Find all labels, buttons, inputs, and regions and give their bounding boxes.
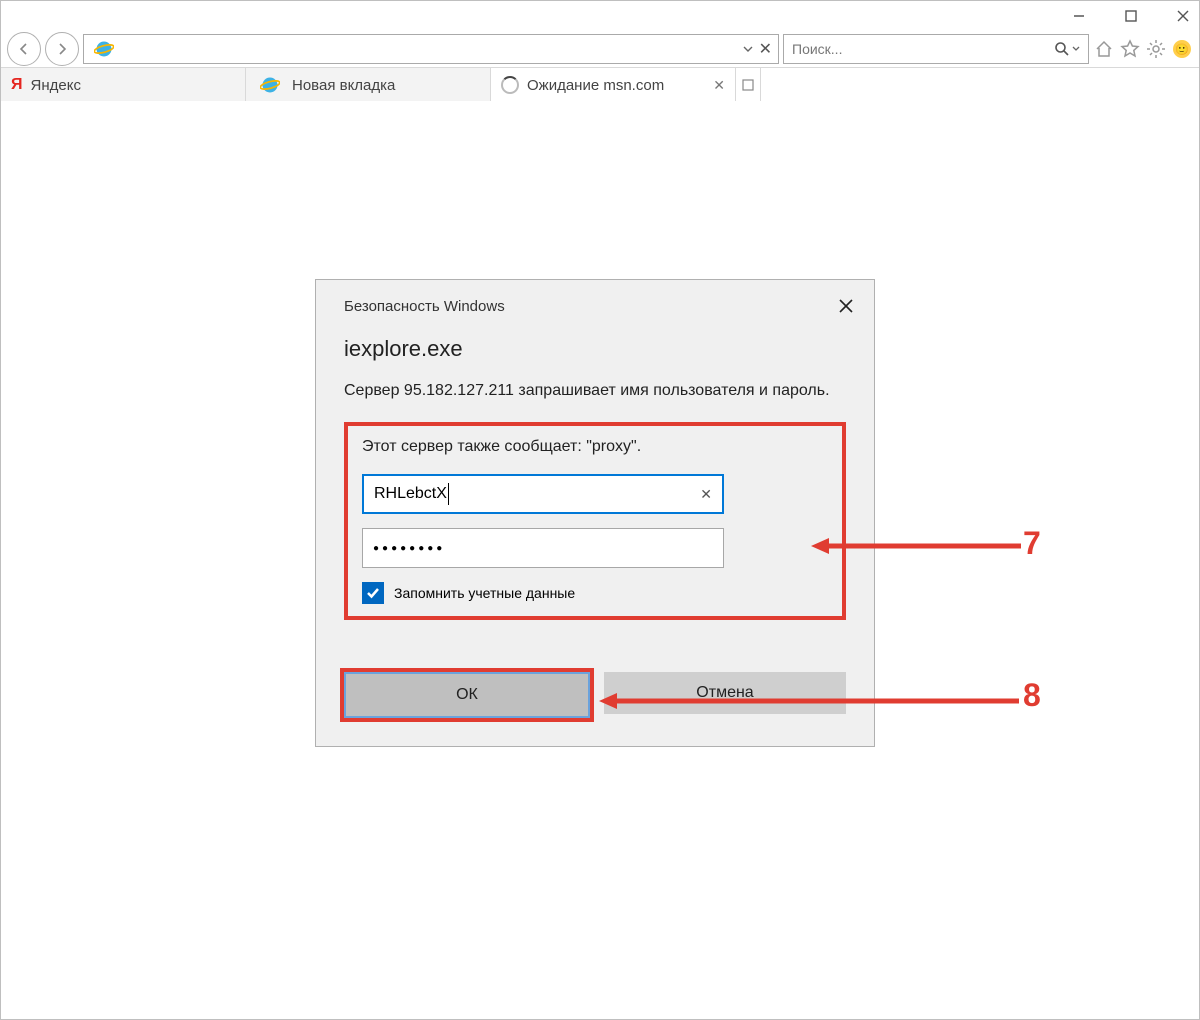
minimize-button[interactable] [1067,4,1091,28]
stop-icon[interactable]: ✕ [759,39,772,59]
tab-label: Яндекс [31,77,81,94]
dialog-app-name: iexplore.exe [344,336,846,362]
forward-button[interactable] [45,32,79,66]
annotation-number-7: 7 [1023,525,1041,562]
tab-msn[interactable]: Ожидание msn.com ✕ [491,68,736,102]
clear-input-icon[interactable]: ✕ [700,486,712,503]
maximize-button[interactable] [1119,4,1143,28]
toolbar: ✕ Поиск... 🙂 [1,31,1199,67]
tab-label: Новая вкладка [292,77,395,94]
ie-icon [260,75,280,95]
tab-yandex[interactable]: Я Яндекс [1,68,246,102]
password-mask: ●●●●●●●● [373,543,445,554]
tab-label: Ожидание msn.com [527,77,664,94]
tab-close-icon[interactable]: ✕ [713,77,725,94]
dropdown-icon[interactable] [743,44,753,54]
home-icon[interactable] [1093,38,1115,60]
loading-spinner-icon [501,76,519,94]
ie-icon [94,39,114,59]
close-button[interactable] [1171,4,1195,28]
search-placeholder: Поиск... [792,41,842,57]
credentials-highlight: Этот сервер также сообщает: "proxy". RHL… [344,422,846,620]
search-dropdown-icon[interactable] [1072,45,1080,53]
tab-bar: Я Яндекс Новая вкладка Ожидание msn.com … [1,67,1199,103]
dialog-message: Сервер 95.182.127.211 запрашивает имя по… [344,380,846,402]
tab-new[interactable]: Новая вкладка [246,68,491,102]
username-field[interactable]: RHLebctX ✕ [362,474,724,514]
yandex-icon: Я [11,76,23,94]
password-field[interactable]: ●●●●●●●● [362,528,724,568]
address-bar[interactable]: ✕ [83,34,779,64]
ok-button[interactable]: ОК [344,672,590,718]
new-tab-button[interactable] [736,68,761,102]
window-controls [1067,4,1195,28]
annotation-number-8: 8 [1023,677,1041,714]
favorites-icon[interactable] [1119,38,1141,60]
feedback-icon[interactable]: 🙂 [1171,38,1193,60]
remember-label: Запомнить учетные данные [394,585,575,601]
browser-window: ✕ Поиск... 🙂 Я Яндекс Новая вкладка Ожид… [0,0,1200,1020]
remember-checkbox[interactable] [362,582,384,604]
credentials-dialog: Безопасность Windows iexplore.exe Сервер… [315,279,875,747]
back-button[interactable] [7,32,41,66]
username-value: RHLebctX [374,485,447,503]
ok-label: ОК [456,686,478,704]
search-input[interactable]: Поиск... [783,34,1089,64]
annotation-arrow-8 [599,689,1019,713]
dialog-title: Безопасность Windows [344,298,505,315]
dialog-close-button[interactable] [834,294,858,318]
search-icon[interactable] [1054,41,1070,57]
gear-icon[interactable] [1145,38,1167,60]
remember-row[interactable]: Запомнить учетные данные [362,582,828,604]
annotation-arrow-7 [811,534,1021,558]
dialog-realm: Этот сервер также сообщает: "proxy". [362,438,828,456]
